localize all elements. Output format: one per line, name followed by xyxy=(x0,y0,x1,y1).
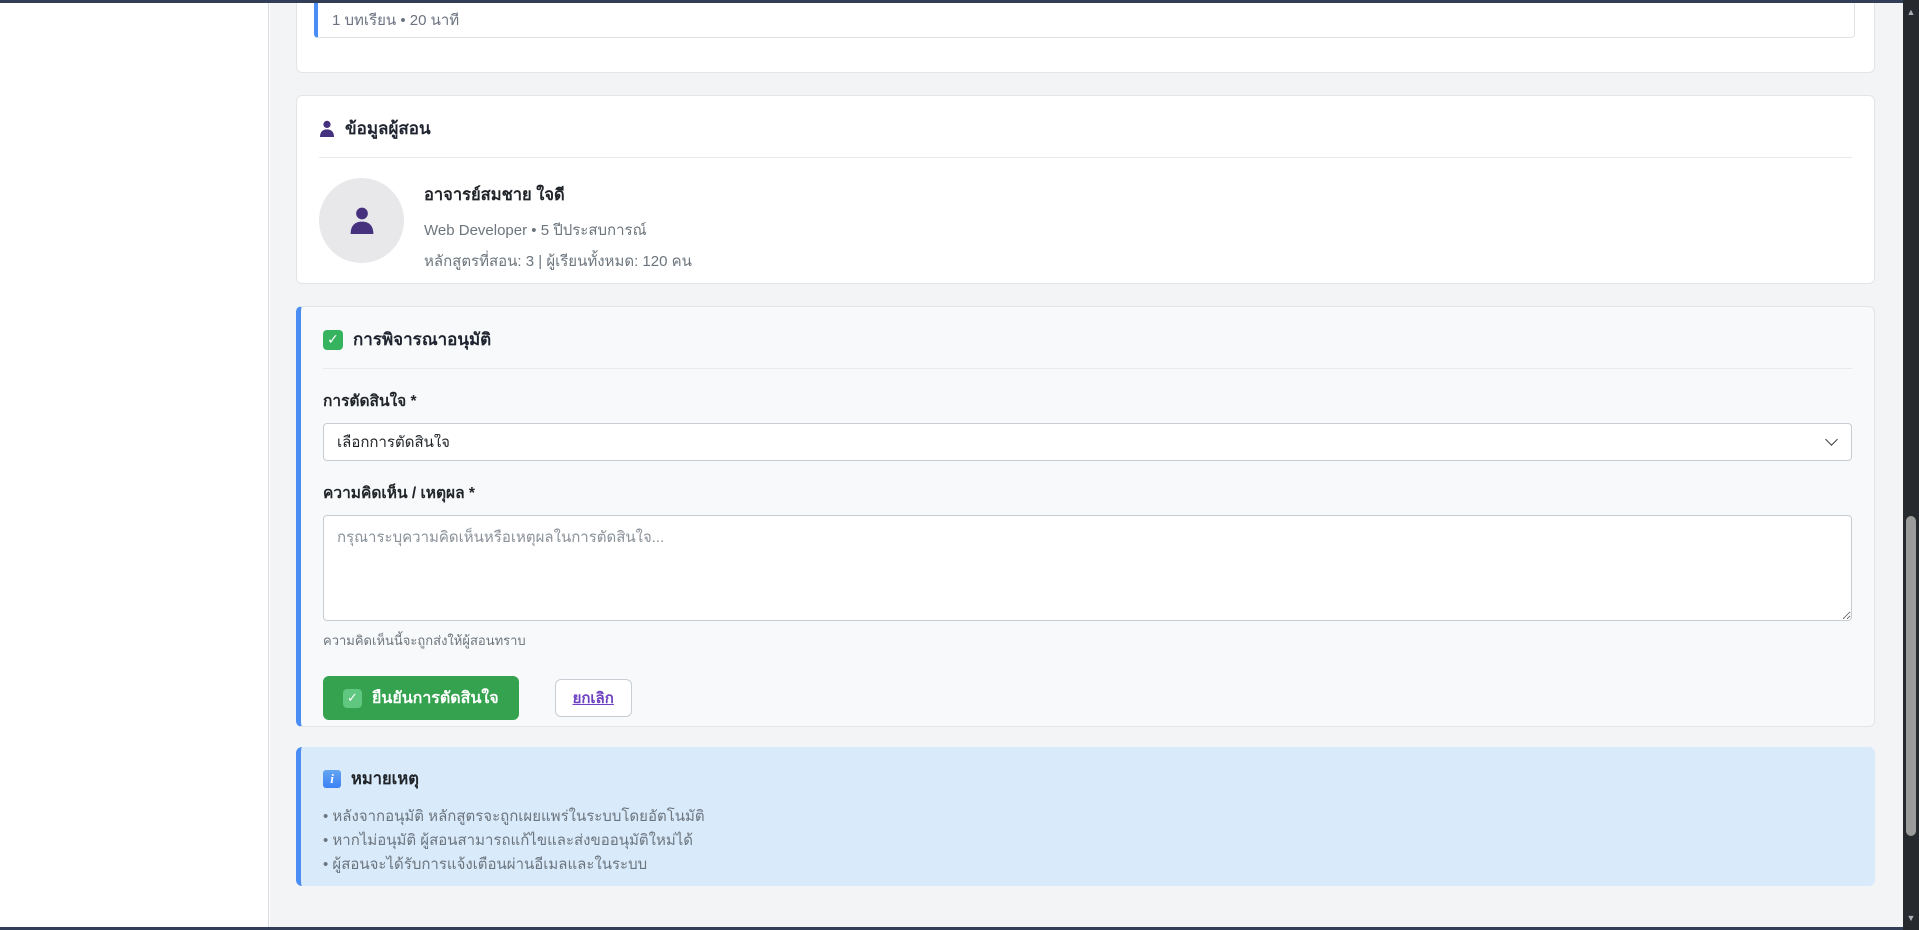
decision-select[interactable]: เลือกการตัดสินใจ xyxy=(323,423,1852,461)
confirm-decision-button[interactable]: ✓ ยืนยันการตัดสินใจ xyxy=(323,676,519,720)
note-items-list: หลังจากอนุมัติ หลักสูตรจะถูกเผยแพร่ในระบ… xyxy=(323,805,1853,877)
approval-card: ✓ การพิจารณาอนุมัติ การตัดสินใจ * เลือกก… xyxy=(296,306,1875,727)
lesson-item[interactable]: 1 บทเรียน • 20 นาที xyxy=(314,3,1855,38)
comment-textarea[interactable] xyxy=(323,515,1852,621)
left-sidebar xyxy=(0,3,269,927)
note-box: i หมายเหตุ หลังจากอนุมัติ หลักสูตรจะถูกเ… xyxy=(296,747,1875,886)
instructor-section-title: ข้อมูลผู้สอน xyxy=(345,115,431,142)
instructor-role-line: Web Developer • 5 ปีประสบการณ์ xyxy=(424,218,692,242)
approval-card-header: ✓ การพิจารณาอนุมัติ xyxy=(323,307,1852,369)
note-item: หลังจากอนุมัติ หลักสูตรจะถูกเผยแพร่ในระบ… xyxy=(323,805,1853,829)
course-content-card: 1 บทเรียน • 20 นาที xyxy=(296,3,1875,73)
instructor-avatar xyxy=(319,178,404,263)
check-icon: ✓ xyxy=(343,689,362,708)
main-content-area: 1 บทเรียน • 20 นาที ข้อมูลผู้สอน อาจารย์… xyxy=(270,3,1903,927)
decision-select-wrap: เลือกการตัดสินใจ xyxy=(323,423,1852,461)
instructor-details: อาจารย์สมชาย ใจดี Web Developer • 5 ปีปร… xyxy=(424,178,692,273)
instructor-card: ข้อมูลผู้สอน อาจารย์สมชาย ใจดี Web Devel… xyxy=(296,95,1875,284)
note-item: หากไม่อนุมัติ ผู้สอนสามารถแก้ไขและส่งขออ… xyxy=(323,829,1853,853)
instructor-card-header: ข้อมูลผู้สอน xyxy=(319,96,1852,158)
check-square-icon: ✓ xyxy=(323,330,343,350)
info-icon: i xyxy=(323,770,341,788)
note-title-row: i หมายเหตุ xyxy=(323,747,1853,792)
scroll-up-arrow[interactable]: ▲ xyxy=(1903,4,1919,20)
decision-label: การตัดสินใจ * xyxy=(323,388,1852,413)
person-icon xyxy=(319,120,335,138)
scroll-down-arrow[interactable]: ▼ xyxy=(1903,910,1919,926)
instructor-body: อาจารย์สมชาย ใจดี Web Developer • 5 ปีปร… xyxy=(319,158,1852,273)
note-title: หมายเหตุ xyxy=(351,766,419,792)
lesson-meta-text: 1 บทเรียน • 20 นาที xyxy=(332,8,459,32)
instructor-stats-line: หลักสูตรที่สอน: 3 | ผู้เรียนทั้งหมด: 120… xyxy=(424,249,692,273)
scrollbar-thumb[interactable] xyxy=(1906,516,1916,836)
comment-help-text: ความคิดเห็นนี้จะถูกส่งให้ผู้สอนทราบ xyxy=(323,630,1852,651)
cancel-button[interactable]: ยกเลิก xyxy=(555,679,632,717)
comment-label: ความคิดเห็น / เหตุผล * xyxy=(323,480,1852,505)
instructor-name: อาจารย์สมชาย ใจดี xyxy=(424,182,692,208)
window-top-edge xyxy=(0,0,1919,3)
action-buttons-row: ✓ ยืนยันการตัดสินใจ ยกเลิก xyxy=(323,676,1852,720)
vertical-scrollbar[interactable]: ▲ ▼ xyxy=(1903,0,1919,930)
approval-section-title: การพิจารณาอนุมัติ xyxy=(353,326,491,353)
confirm-button-label: ยืนยันการตัดสินใจ xyxy=(372,686,499,711)
note-item: ผู้สอนจะได้รับการแจ้งเตือนผ่านอีเมลและใน… xyxy=(323,853,1853,877)
person-icon xyxy=(349,206,375,236)
